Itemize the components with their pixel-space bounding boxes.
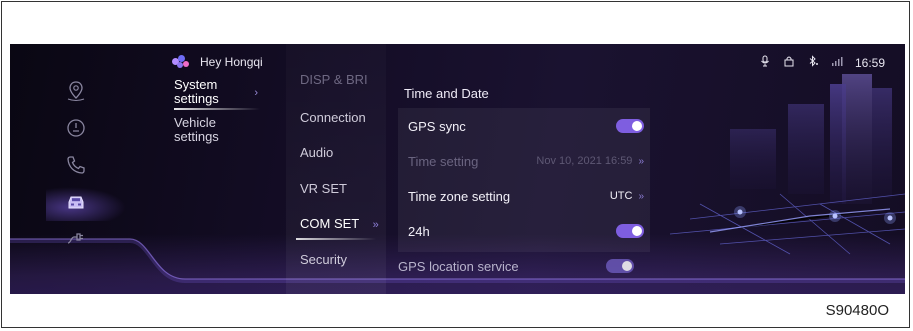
car-icon[interactable] bbox=[63, 189, 89, 215]
menu-item-connection[interactable]: Connection bbox=[300, 110, 366, 125]
chevron-right-icon: › bbox=[254, 87, 258, 99]
chevron-right-icon: » bbox=[638, 155, 644, 167]
menu-item-label: Audio bbox=[300, 145, 334, 160]
menu-item-disp-bri[interactable]: DISP & BRI bbox=[300, 72, 368, 87]
figure-frame: Hey Hongqi 16:59 System settings › Vehic… bbox=[1, 1, 910, 328]
figure-caption: S90480O bbox=[825, 302, 889, 319]
menu-item-audio[interactable]: Audio bbox=[300, 145, 333, 160]
menu-item-com-set[interactable]: COM SET » bbox=[300, 216, 379, 231]
chevron-right-icon: » bbox=[638, 190, 644, 202]
gps-sync-toggle[interactable] bbox=[616, 119, 644, 133]
voice-assistant[interactable]: Hey Hongqi bbox=[172, 55, 263, 69]
section-title: Time and Date bbox=[404, 86, 489, 101]
time-zone-value: UTC » bbox=[610, 190, 644, 202]
time-zone-row[interactable]: Time zone setting UTC » bbox=[408, 182, 644, 210]
menu-item-label: Connection bbox=[300, 110, 366, 125]
active-underline bbox=[296, 238, 376, 240]
phone-icon[interactable] bbox=[63, 152, 89, 178]
menu-item-vehicle-settings[interactable]: Vehicle settings bbox=[174, 116, 250, 144]
gps-location-service-toggle[interactable] bbox=[606, 259, 634, 273]
row-label: GPS sync bbox=[408, 118, 466, 134]
voice-assistant-label: Hey Hongqi bbox=[200, 55, 263, 69]
menu-item-label: DISP & BRI bbox=[300, 72, 368, 87]
row-value: Nov 10, 2021 16:59 bbox=[536, 155, 633, 167]
menu-item-vr-set[interactable]: VR SET bbox=[300, 181, 347, 196]
dashboard-icon[interactable] bbox=[63, 115, 89, 141]
chevron-right-icon: » bbox=[372, 219, 379, 231]
charging-icon[interactable] bbox=[63, 226, 89, 252]
secondary-settings-menu: DISP & BRI Connection Audio VR SET COM S… bbox=[286, 44, 386, 294]
left-rail bbox=[54, 78, 98, 263]
voice-assistant-icon bbox=[172, 55, 192, 69]
city-grid-illustration bbox=[670, 74, 905, 255]
menu-item-label: COM SET bbox=[300, 216, 359, 231]
row-value: UTC bbox=[609, 190, 633, 202]
active-underline bbox=[174, 108, 260, 110]
menu-item-label: Vehicle settings bbox=[174, 115, 219, 144]
gps-location-service-row[interactable]: GPS location service bbox=[398, 252, 634, 280]
menu-item-label: Security bbox=[300, 252, 347, 267]
gps-sync-row[interactable]: GPS sync bbox=[408, 112, 644, 140]
menu-item-system-settings[interactable]: System settings › bbox=[174, 77, 258, 106]
24h-toggle[interactable] bbox=[616, 224, 644, 238]
24h-row[interactable]: 24h bbox=[408, 217, 644, 245]
primary-settings-menu: System settings › Vehicle settings bbox=[174, 78, 274, 154]
time-date-settings-panel: Time and Date GPS sync Time setting Nov … bbox=[394, 44, 654, 294]
row-label: GPS location service bbox=[398, 258, 519, 274]
row-label: Time setting bbox=[408, 153, 479, 169]
menu-item-label: VR SET bbox=[300, 181, 347, 196]
time-setting-row: Time setting Nov 10, 2021 16:59 » bbox=[408, 147, 644, 175]
time-setting-value: Nov 10, 2021 16:59 » bbox=[536, 155, 644, 167]
navigation-icon[interactable] bbox=[63, 78, 89, 104]
menu-item-security[interactable]: Security bbox=[300, 252, 347, 267]
row-label: Time zone setting bbox=[408, 188, 511, 204]
infotainment-screen: Hey Hongqi 16:59 System settings › Vehic… bbox=[10, 44, 905, 294]
menu-item-label: System settings bbox=[174, 77, 219, 106]
row-label: 24h bbox=[408, 223, 430, 239]
